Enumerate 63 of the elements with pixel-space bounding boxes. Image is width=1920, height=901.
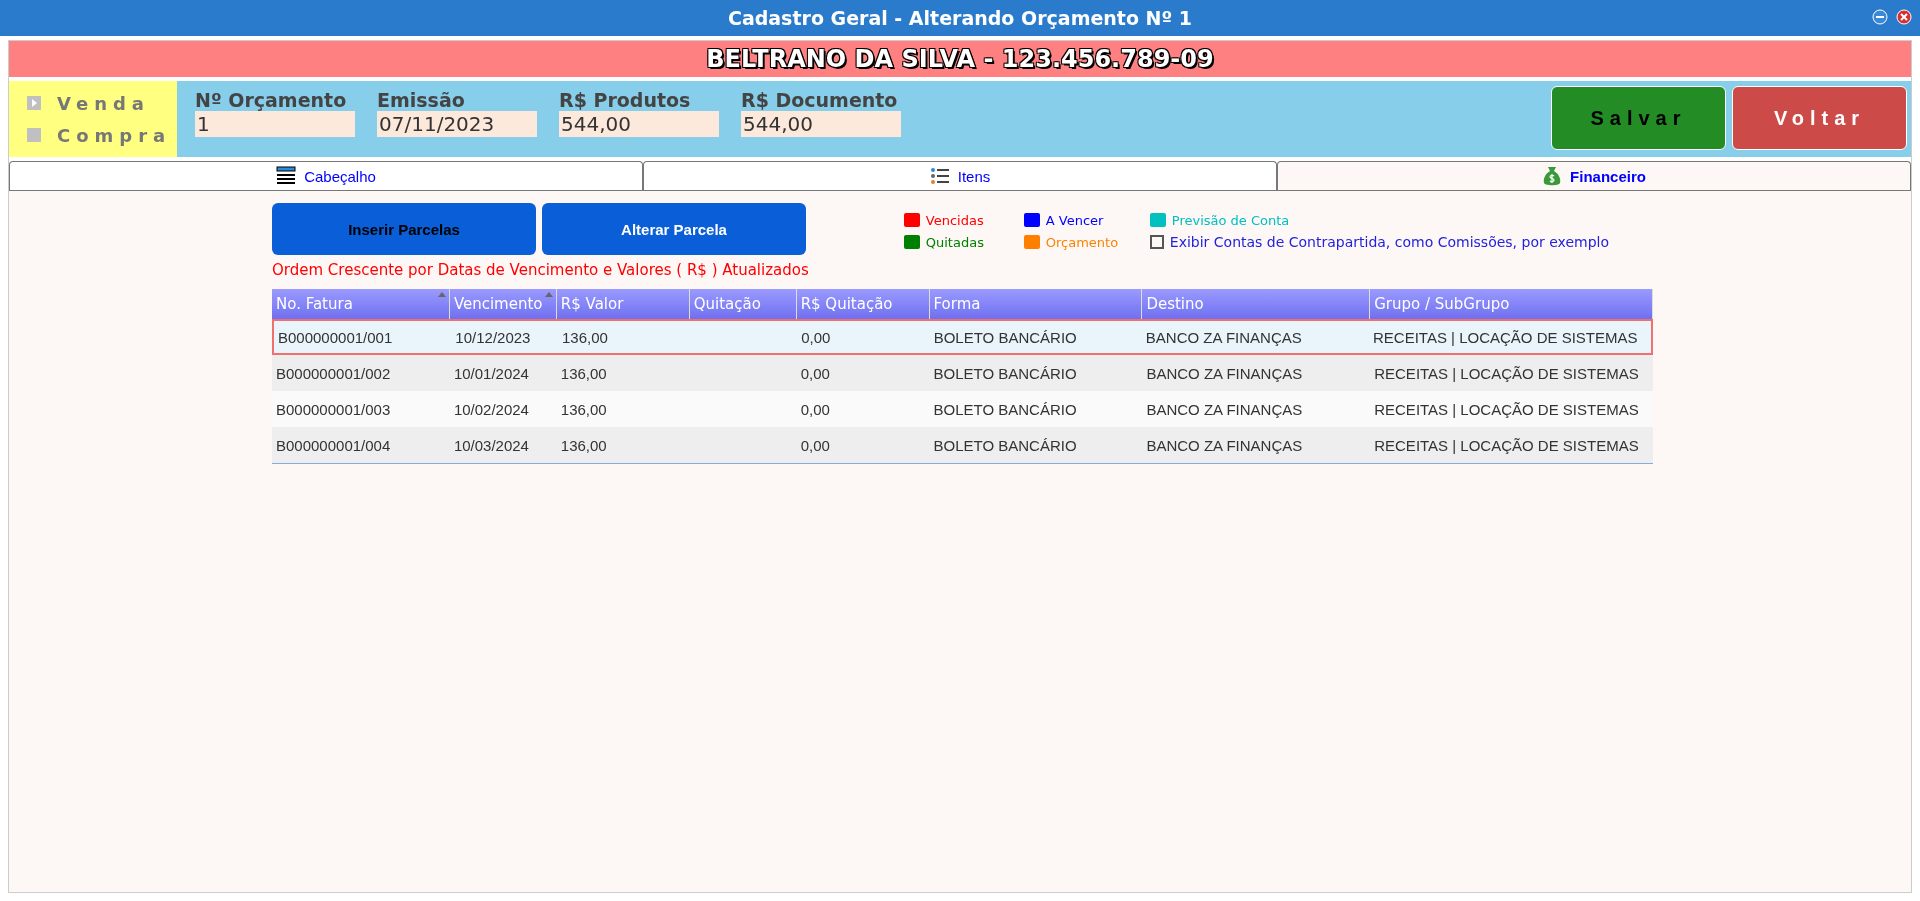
table-cell: BANCO ZA FINANÇAS xyxy=(1146,400,1303,418)
table-cell: 0,00 xyxy=(800,436,830,454)
input-field[interactable]: 07/11/2023 xyxy=(377,111,537,137)
sort-note: Ordem Crescente por Datas de Vencimento e Valores ( R$ ) Atualizados xyxy=(272,261,809,279)
input-field[interactable]: 1 xyxy=(195,111,355,137)
table-cell: B000000001/001 xyxy=(278,328,393,346)
table-cell: BANCO ZA FINANÇAS xyxy=(1146,364,1303,382)
table-cell: 136,00 xyxy=(560,364,607,382)
window-title: Cadastro Geral - Alterando Orçamento Nº 1 xyxy=(727,7,1193,29)
table-cell: 0,00 xyxy=(800,364,830,382)
field-label: R$ Documento xyxy=(741,89,899,111)
input-field[interactable]: 544,00 xyxy=(741,111,901,137)
table-cell: B000000001/002 xyxy=(276,364,391,382)
table-row[interactable]: B000000001/001 10/12/2023 136,00 0,00 BOLETO BANCÁRIO BANCO ZA FINANÇAS RECEITAS | LOCAÇÃO DE SISTEMAS xyxy=(272,319,1653,355)
table-cell: RECEITAS | LOCAÇÃO DE SISTEMAS xyxy=(1374,400,1639,418)
table-cell: 10/12/2023 xyxy=(455,328,531,346)
tab[interactable]: Cabeçalho xyxy=(9,161,643,190)
list-icon xyxy=(929,166,950,186)
table-row[interactable]: B000000001/003 10/02/2024 136,00 0,00 BOLETO BANCÁRIO BANCO ZA FINANÇAS RECEITAS | LOCAÇÃO DE SISTEMAS xyxy=(272,391,1653,427)
table-cell: 136,00 xyxy=(562,328,608,346)
table-cell: BOLETO BANCÁRIO xyxy=(933,328,1077,346)
table-cell: RECEITAS | LOCAÇÃO DE SISTEMAS xyxy=(1373,328,1638,346)
edit-installment-button[interactable]: Alterar Parcela xyxy=(542,203,806,255)
insert-installments-button[interactable]: Inserir Parcelas xyxy=(272,203,536,255)
table-row[interactable]: B000000001/002 10/01/2024 136,00 0,00 BOLETO BANCÁRIO BANCO ZA FINANÇAS RECEITAS | LOCAÇÃO DE SISTEMAS xyxy=(272,355,1653,391)
legend-label: Previsão de Conta xyxy=(1171,212,1290,228)
client-name: BELTRANO DA SILVA - 123.456.789-09 xyxy=(706,45,1214,73)
counterpart-checkbox[interactable]: Exibir Contas de Contrapartida, como Comissões, por exemplo xyxy=(1149,231,1609,253)
table-cell: 10/01/2024 xyxy=(453,364,529,382)
close-icon[interactable] xyxy=(1896,9,1912,25)
table-cell: BANCO ZA FINANÇAS xyxy=(1146,436,1303,454)
input-field[interactable]: 544,00 xyxy=(559,111,719,137)
stack-icon xyxy=(276,166,297,186)
table-cell: 0,00 xyxy=(800,400,830,418)
table-cell: BOLETO BANCÁRIO xyxy=(933,400,1077,418)
money-bag-icon xyxy=(1542,165,1563,187)
back-button[interactable]: Voltar xyxy=(1732,86,1907,150)
table-cell: BOLETO BANCÁRIO xyxy=(933,364,1077,382)
field-label: Emissão xyxy=(377,89,466,111)
table-cell: B000000001/004 xyxy=(276,436,391,454)
table-cell: 136,00 xyxy=(560,400,607,418)
table-cell: 136,00 xyxy=(560,436,607,454)
minimize-icon[interactable] xyxy=(1872,9,1888,25)
field-label: Nº Orçamento xyxy=(195,89,348,111)
tab[interactable]: Itens xyxy=(643,161,1277,190)
legend-label: Quitadas xyxy=(925,234,984,250)
table-cell: BOLETO BANCÁRIO xyxy=(933,436,1077,454)
legend-label: Vencidas xyxy=(925,212,984,228)
table-cell: 10/03/2024 xyxy=(453,436,529,454)
table-cell: B000000001/003 xyxy=(276,400,391,418)
legend-label: A Vencer xyxy=(1045,212,1104,228)
operation-label[interactable]: Venda xyxy=(57,92,150,114)
table-cell: RECEITAS | LOCAÇÃO DE SISTEMAS xyxy=(1374,364,1639,382)
legend-label: Orçamento xyxy=(1045,234,1119,250)
table-cell: BANCO ZA FINANÇAS xyxy=(1145,328,1302,346)
save-button[interactable]: Salvar xyxy=(1551,86,1726,150)
table-cell: 0,00 xyxy=(801,328,831,346)
table-cell: 10/02/2024 xyxy=(453,400,529,418)
operation-label[interactable]: Compra xyxy=(57,124,172,146)
table-row[interactable]: B000000001/004 10/03/2024 136,00 0,00 BOLETO BANCÁRIO BANCO ZA FINANÇAS RECEITAS | LOCAÇÃO DE SISTEMAS xyxy=(272,427,1653,463)
table-cell: RECEITAS | LOCAÇÃO DE SISTEMAS xyxy=(1374,436,1639,454)
tab[interactable]: Financeiro xyxy=(1277,161,1911,190)
field-label: R$ Produtos xyxy=(559,89,692,111)
